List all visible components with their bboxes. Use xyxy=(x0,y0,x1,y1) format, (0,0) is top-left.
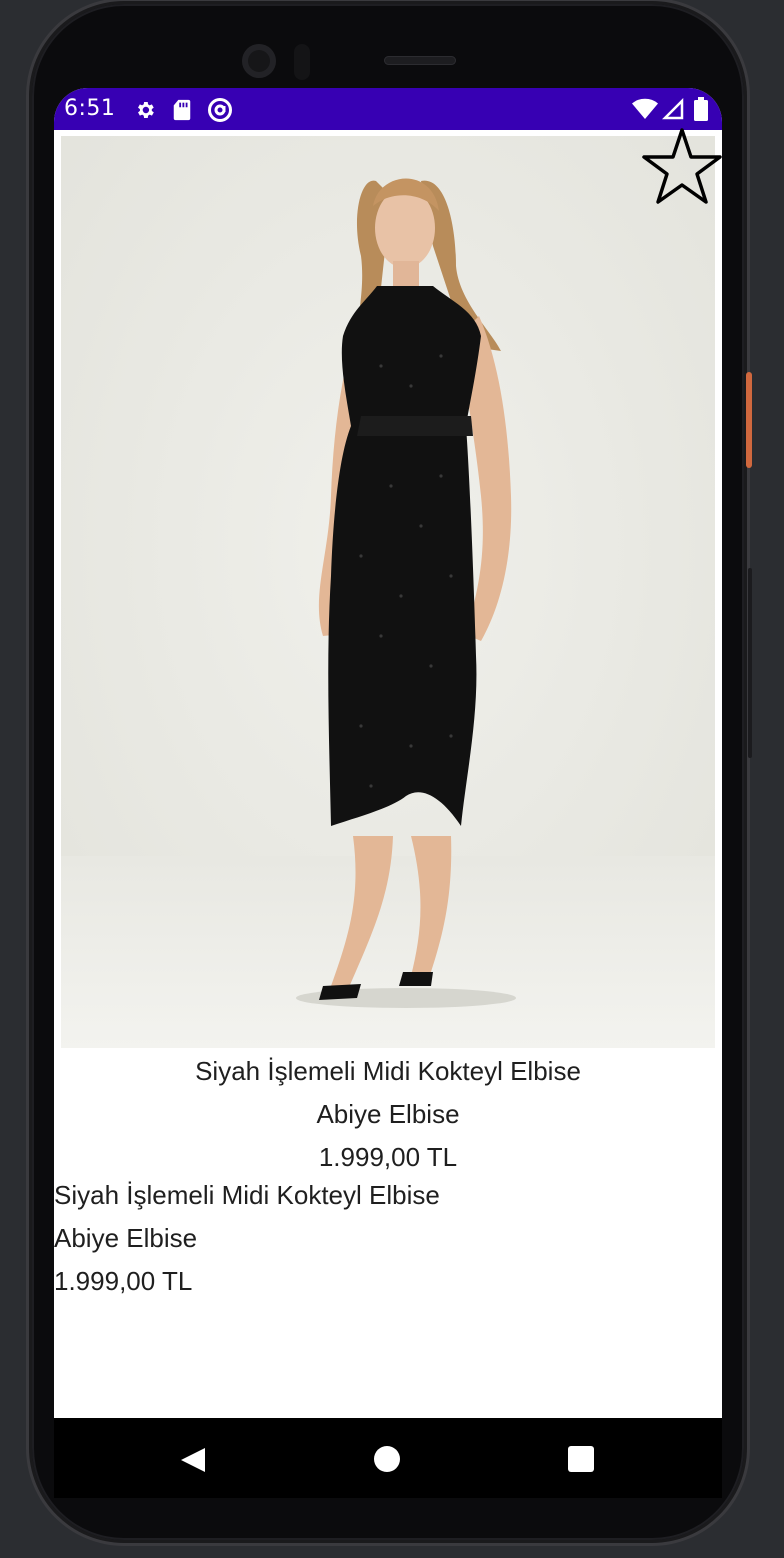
product-price-centered: 1.999,00 TL xyxy=(318,1142,458,1172)
power-button[interactable] xyxy=(746,372,752,468)
back-icon[interactable] xyxy=(179,1446,207,1474)
volume-rocker[interactable] xyxy=(748,568,752,758)
settings-gear-icon xyxy=(138,102,154,118)
front-camera xyxy=(242,44,276,78)
star-outline-icon[interactable] xyxy=(640,126,722,210)
earpiece-speaker xyxy=(384,56,456,65)
navigation-bar xyxy=(54,1418,722,1498)
product-name-centered: Siyah İşlemeli Midi Kokteyl Elbise xyxy=(195,1056,581,1086)
product-category-left: Abiye Elbise xyxy=(54,1223,198,1253)
proximity-sensor xyxy=(294,44,310,80)
home-icon[interactable] xyxy=(374,1446,400,1472)
device-screen: 6:51 Siyah İşlemeli Midi Kokteyl Elbise … xyxy=(54,88,722,1498)
product-image[interactable] xyxy=(61,136,715,1048)
signal-icon xyxy=(662,98,684,120)
product-name-left: Siyah İşlemeli Midi Kokteyl Elbise xyxy=(54,1180,440,1210)
product-category-centered: Abiye Elbise xyxy=(316,1099,460,1129)
status-bar: 6:51 xyxy=(54,88,722,130)
at-sign-icon xyxy=(208,98,232,122)
status-time: 6:51 xyxy=(64,96,116,121)
recents-icon[interactable] xyxy=(568,1446,594,1472)
product-price-left: 1.999,00 TL xyxy=(54,1266,193,1296)
sd-card-icon xyxy=(173,99,191,121)
wifi-icon xyxy=(632,98,658,119)
dress-model-illustration xyxy=(61,136,715,1048)
battery-icon xyxy=(694,97,708,121)
product-detail: Siyah İşlemeli Midi Kokteyl Elbise Abiye… xyxy=(54,128,722,1418)
